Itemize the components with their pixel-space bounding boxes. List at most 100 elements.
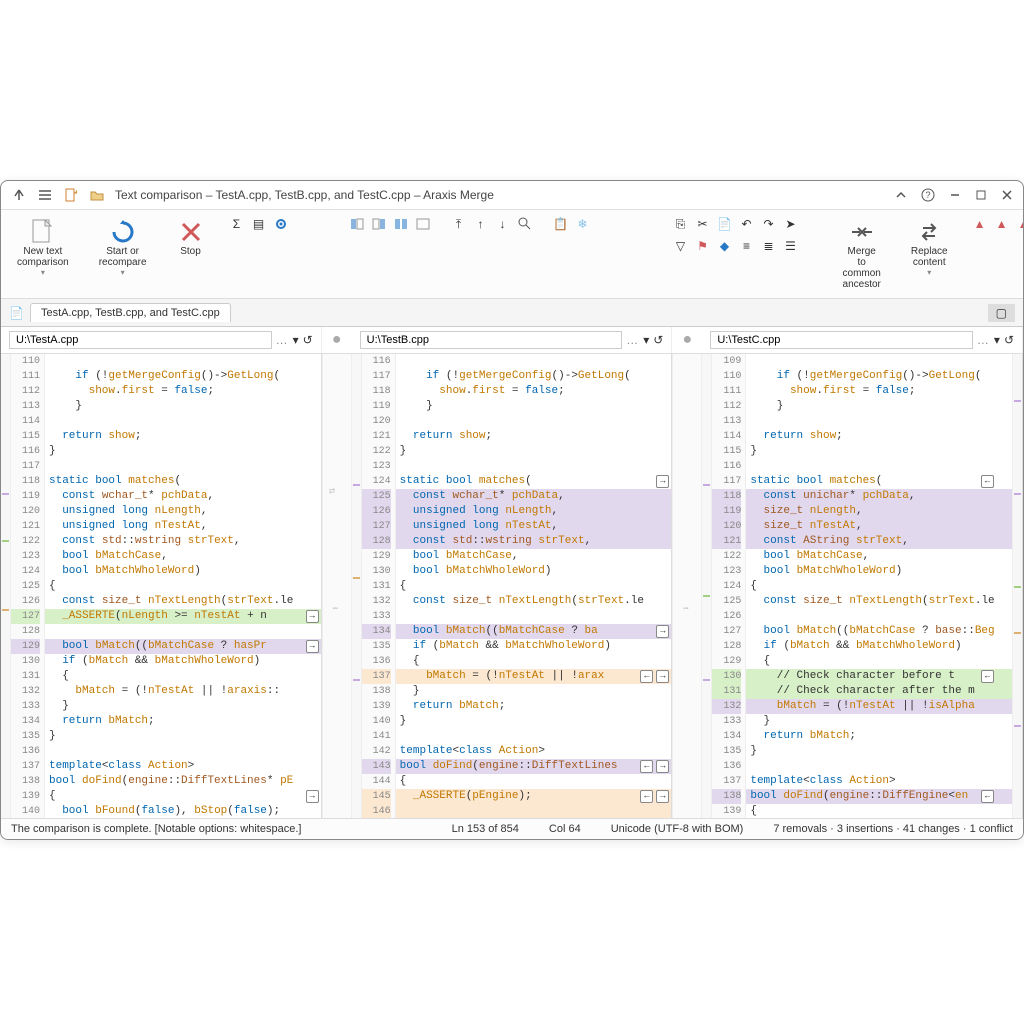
nav-cluster: ⤒ ↑ ↓ (451, 216, 535, 234)
merge-left-button[interactable]: ← (640, 790, 653, 803)
undo-icon[interactable]: ↶ (739, 216, 755, 232)
up-icon[interactable]: ↑ (473, 216, 489, 232)
cut-icon[interactable]: ✂ (695, 216, 711, 232)
new-doc-icon[interactable] (63, 187, 79, 203)
window-title: Text comparison – TestA.cpp, TestB.cpp, … (115, 188, 885, 202)
new-comparison-button[interactable]: New text comparison▾ (11, 216, 75, 279)
edit-cluster: ⎘ ✂ 📄 ↶ ↷ ➤ ▽ ⚑ ◆ ≡ ≣ ☰ (673, 216, 801, 256)
tab-overflow-icon[interactable]: ▢ (988, 304, 1015, 322)
sigma-icon[interactable]: Σ (229, 216, 245, 232)
redo-icon[interactable]: ↷ (761, 216, 777, 232)
document-tab[interactable]: TestA.cpp, TestB.cpp, and TestC.cpp (30, 303, 231, 322)
connector-bc: ⋯ (672, 354, 702, 818)
paste-icon[interactable]: 📄 (717, 216, 733, 232)
merge-right-button[interactable]: → (656, 625, 669, 638)
browse-b-button[interactable]: … (626, 333, 639, 347)
merge-right-button[interactable]: → (656, 475, 669, 488)
search-icon[interactable] (517, 216, 533, 232)
titlebar: Text comparison – TestA.cpp, TestB.cpp, … (1, 181, 1023, 210)
flag-icon[interactable]: ⚑ (695, 238, 711, 254)
gutter-c: 1091101111121131141151161171181191201211… (712, 354, 746, 818)
overview-a[interactable] (1, 354, 11, 818)
code-b[interactable]: if (!getMergeConfig()->GetLong( show.fir… (396, 354, 672, 818)
copy-icon[interactable]: ⎘ (673, 216, 689, 232)
merge-left-button[interactable]: ← (640, 670, 653, 683)
dropdown-b-icon[interactable]: ▾ (643, 333, 649, 347)
history-b-icon[interactable]: ↺ (653, 333, 663, 347)
dropdown-c-icon[interactable]: ▾ (994, 333, 1000, 347)
minimize-button[interactable] (949, 189, 961, 201)
path-input-a[interactable] (9, 331, 272, 349)
layout-cluster (349, 216, 433, 234)
recompare-button[interactable]: Start or recompare▾ (93, 216, 153, 279)
path-slot-b: … ▾ ↺ (352, 327, 673, 353)
path-slot-c: … ▾ ↺ (702, 327, 1023, 353)
status-bar: The comparison is complete. [Notable opt… (1, 818, 1023, 839)
open-folder-icon[interactable] (89, 187, 105, 203)
app-window: Text comparison – TestA.cpp, TestB.cpp, … (0, 180, 1024, 840)
merge-right-button[interactable]: → (656, 760, 669, 773)
chevron-up-icon[interactable] (895, 191, 907, 199)
filter-icon[interactable]: ▽ (673, 238, 689, 254)
gutter-a: 1101111121131141151161171181191201211221… (11, 354, 45, 818)
hamburger-icon[interactable] (37, 187, 53, 203)
status-position: Ln 153 of 854 (452, 823, 519, 835)
replace-button[interactable]: Replace content▾ (905, 216, 954, 279)
merge-right-button[interactable]: → (656, 790, 669, 803)
help-icon[interactable]: ? (921, 188, 935, 202)
pane-b: 1161171181191201211221231241251261271281… (352, 354, 673, 818)
merge-right-button[interactable]: → (306, 640, 319, 653)
merge-ancestor-button[interactable]: Merge to common ancestor (837, 216, 887, 292)
compare-panes: 1101111121131141151161171181191201211221… (1, 354, 1023, 818)
cursor-icon[interactable]: ➤ (783, 216, 799, 232)
path-input-c[interactable] (710, 331, 973, 349)
merge-right-button[interactable]: → (306, 610, 319, 623)
pane-left-icon[interactable] (349, 216, 365, 232)
gutter-b: 1161171181191201211221231241251261271281… (362, 354, 396, 818)
merge-left-button[interactable]: ← (981, 670, 994, 683)
maximize-button[interactable] (975, 189, 987, 201)
alert1-icon[interactable]: ▲ (972, 216, 988, 232)
pane-single-icon[interactable] (415, 216, 431, 232)
overview-c-right[interactable] (1012, 354, 1022, 818)
merge-left-button[interactable]: ← (640, 760, 653, 773)
merge-left-button[interactable]: ← (981, 790, 994, 803)
history-a-icon[interactable]: ↺ (303, 333, 313, 347)
alert-cluster: ▲ ▲ ▲ ▲ (972, 216, 1024, 234)
sort-icon[interactable]: ▤ (251, 216, 267, 232)
options-cluster-1: Σ ▤ (229, 216, 313, 234)
indent-icon[interactable]: ≡ (739, 238, 755, 254)
snowflake-icon[interactable]: ❄ (575, 216, 591, 232)
browse-c-button[interactable]: … (977, 333, 990, 347)
path-bar: … ▾ ↺ ● … ▾ ↺ ● … ▾ ↺ (1, 327, 1023, 354)
browse-a-button[interactable]: … (276, 333, 289, 347)
clipboard-icon[interactable]: 📋 (553, 216, 569, 232)
pane-a: 1101111121131141151161171181191201211221… (1, 354, 322, 818)
overview-c[interactable] (702, 354, 712, 818)
history-c-icon[interactable]: ↺ (1004, 333, 1014, 347)
path-input-b[interactable] (360, 331, 623, 349)
dropdown-a-icon[interactable]: ▾ (293, 333, 299, 347)
list-icon[interactable]: ☰ (783, 238, 799, 254)
overview-b[interactable] (352, 354, 362, 818)
stop-button[interactable]: Stop (171, 216, 211, 259)
status-column: Col 64 (549, 823, 581, 835)
merge-left-button[interactable]: ← (981, 475, 994, 488)
merge-right-button[interactable]: → (656, 670, 669, 683)
connector-ab: ⇄ ⋯ (322, 354, 352, 818)
code-c[interactable]: if (!getMergeConfig()->GetLong( show.fir… (746, 354, 1012, 818)
top-icon[interactable]: ⤒ (451, 216, 467, 232)
pane-right-icon[interactable] (371, 216, 387, 232)
merge-right-button[interactable]: → (306, 790, 319, 803)
down-icon[interactable]: ↓ (495, 216, 511, 232)
pane-both-icon[interactable] (393, 216, 409, 232)
marker-icon[interactable]: ◆ (717, 238, 733, 254)
alert2-icon[interactable]: ▲ (994, 216, 1010, 232)
merge-icon[interactable] (11, 187, 27, 203)
alert3-icon[interactable]: ▲ (1016, 216, 1024, 232)
code-a[interactable]: if (!getMergeConfig()->GetLong( show.fir… (45, 354, 321, 818)
gear-icon[interactable] (273, 216, 289, 232)
outdent-icon[interactable]: ≣ (761, 238, 777, 254)
close-button[interactable] (1001, 189, 1013, 201)
svg-text:?: ? (925, 190, 930, 200)
